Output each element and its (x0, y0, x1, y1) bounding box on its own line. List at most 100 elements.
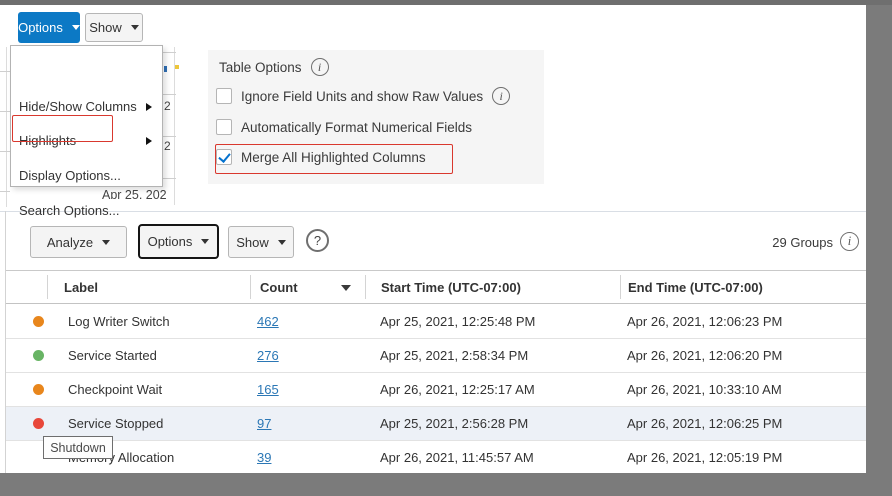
chevron-down-icon (72, 25, 80, 30)
column-header-start-time[interactable]: Start Time (UTC-07:00) (381, 280, 521, 295)
chevron-down-icon (278, 240, 286, 245)
tooltip-text: Shutdown (50, 441, 106, 455)
show-button-label: Show (89, 20, 122, 35)
hidden-row-line (163, 94, 176, 95)
hidden-row-line (163, 52, 176, 53)
hidden-row-line (0, 71, 10, 72)
checkbox-label: Ignore Field Units and show Raw Values (241, 89, 483, 104)
row-end-time: Apr 26, 2021, 12:05:19 PM (627, 450, 782, 465)
status-dot-icon (33, 418, 44, 429)
show-button-top[interactable]: Show (85, 13, 143, 42)
checkbox-row-auto-format: Automatically Format Numerical Fields (216, 119, 472, 135)
checkbox-auto-format[interactable] (216, 119, 232, 135)
column-header-count[interactable]: Count (260, 280, 298, 295)
checkbox-label: Automatically Format Numerical Fields (241, 120, 472, 135)
panel-title-row: Table Options i (219, 58, 329, 76)
column-separator (47, 275, 48, 299)
checkbox-label: Merge All Highlighted Columns (241, 150, 426, 165)
hidden-row-line (163, 178, 176, 179)
count-link[interactable]: 462 (257, 314, 279, 329)
column-header-label[interactable]: Label (64, 280, 98, 295)
count-link[interactable]: 97 (257, 416, 271, 431)
column-separator (620, 275, 621, 299)
info-icon[interactable]: i (311, 58, 329, 76)
performance-hub-screen: Options Show 2 2 Apr 25, 202 Hide/Show C… (0, 0, 892, 496)
row-end-time: Apr 26, 2021, 12:06:23 PM (627, 314, 782, 329)
hidden-text-fragment: 2 (164, 99, 171, 113)
row-label: Log Writer Switch (68, 314, 170, 329)
column-separator (365, 275, 366, 299)
groups-info-icon[interactable]: i (840, 232, 859, 251)
shutdown-tooltip: Shutdown (43, 436, 113, 459)
analyze-button-label: Analyze (47, 235, 93, 250)
table-row[interactable]: Memory Allocation 39 Apr 26, 2021, 11:45… (6, 441, 866, 475)
status-dot-icon (33, 316, 44, 327)
count-link[interactable]: 39 (257, 450, 271, 465)
row-label: Service Started (68, 348, 157, 363)
row-end-time: Apr 26, 2021, 12:06:25 PM (627, 416, 782, 431)
menu-item-highlights[interactable]: Highlights (11, 131, 162, 151)
row-start-time: Apr 25, 2021, 2:56:28 PM (380, 416, 528, 431)
column-separator (250, 275, 251, 299)
checkbox-row-merge-highlighted: Merge All Highlighted Columns (216, 149, 426, 165)
chevron-down-icon (201, 239, 209, 244)
groups-count: 29 Groups (700, 235, 833, 250)
options-button-label: Options (18, 20, 63, 35)
status-dot-icon (33, 350, 44, 361)
table-row[interactable]: Service Started 276 Apr 25, 2021, 2:58:3… (6, 339, 866, 373)
status-dot-icon (33, 384, 44, 395)
options-button-label: Options (148, 234, 193, 249)
hidden-row-line (0, 111, 10, 112)
row-end-time: Apr 26, 2021, 12:06:20 PM (627, 348, 782, 363)
row-label: Checkpoint Wait (68, 382, 162, 397)
window-bottom-edge (0, 473, 866, 496)
info-icon[interactable]: i (492, 87, 510, 105)
show-button-lower[interactable]: Show (228, 226, 294, 258)
hidden-row-line (163, 136, 176, 137)
hidden-highlight-fragment (175, 65, 179, 69)
sort-descending-icon[interactable] (341, 285, 351, 291)
window-top-edge (0, 0, 892, 5)
table-header: Label Count Start Time (UTC-07:00) End T… (6, 270, 866, 304)
menu-item-display-options[interactable]: Display Options... (11, 166, 162, 186)
menu-item-label: Highlights (19, 133, 76, 148)
count-link[interactable]: 276 (257, 348, 279, 363)
hidden-link-fragment (164, 66, 167, 72)
hidden-date-fragment: Apr 25, 202 (102, 188, 167, 199)
menu-item-search-options[interactable]: Search Options... (11, 201, 162, 221)
checkbox-row-ignore-field-units: Ignore Field Units and show Raw Values i (216, 87, 510, 105)
table-row[interactable]: Checkpoint Wait 165 Apr 26, 2021, 12:25:… (6, 373, 866, 407)
menu-item-label: Hide/Show Columns (19, 99, 137, 114)
row-start-time: Apr 25, 2021, 2:58:34 PM (380, 348, 528, 363)
menu-item-hide-show-columns[interactable]: Hide/Show Columns (11, 97, 162, 117)
row-label: Service Stopped (68, 416, 163, 431)
submenu-arrow-icon (146, 103, 152, 111)
hidden-row-line (0, 151, 10, 152)
submenu-arrow-icon (146, 137, 152, 145)
analyze-button[interactable]: Analyze (30, 226, 127, 258)
table-body: Log Writer Switch 462 Apr 25, 2021, 12:2… (6, 305, 866, 475)
options-dropdown-menu: Hide/Show Columns Highlights Display Opt… (10, 45, 163, 187)
checkbox-ignore-field-units[interactable] (216, 88, 232, 104)
menu-item-label: Search Options... (19, 203, 119, 218)
table-row[interactable]: Log Writer Switch 462 Apr 25, 2021, 12:2… (6, 305, 866, 339)
row-start-time: Apr 26, 2021, 11:45:57 AM (380, 450, 534, 465)
hidden-table-right-border (174, 47, 175, 205)
row-end-time: Apr 26, 2021, 10:33:10 AM (627, 382, 782, 397)
table-options-panel: Table Options i Ignore Field Units and s… (208, 50, 544, 184)
column-header-end-time[interactable]: End Time (UTC-07:00) (628, 280, 763, 295)
help-icon[interactable]: ? (306, 229, 329, 252)
menu-item-label: Display Options... (19, 168, 121, 183)
table-row[interactable]: Service Stopped 97 Apr 25, 2021, 2:56:28… (6, 407, 866, 441)
row-start-time: Apr 26, 2021, 12:25:17 AM (380, 382, 535, 397)
hidden-text-fragment: 2 (164, 139, 171, 153)
window-right-edge (866, 0, 892, 496)
panel-title: Table Options (219, 60, 302, 75)
count-link[interactable]: 165 (257, 382, 279, 397)
options-button-lower[interactable]: Options (138, 224, 219, 259)
row-start-time: Apr 25, 2021, 12:25:48 PM (380, 314, 535, 329)
checkbox-merge-highlighted[interactable] (216, 149, 232, 165)
show-button-label: Show (236, 235, 269, 250)
hidden-row-line (0, 191, 10, 192)
options-button-top[interactable]: Options (18, 12, 80, 43)
